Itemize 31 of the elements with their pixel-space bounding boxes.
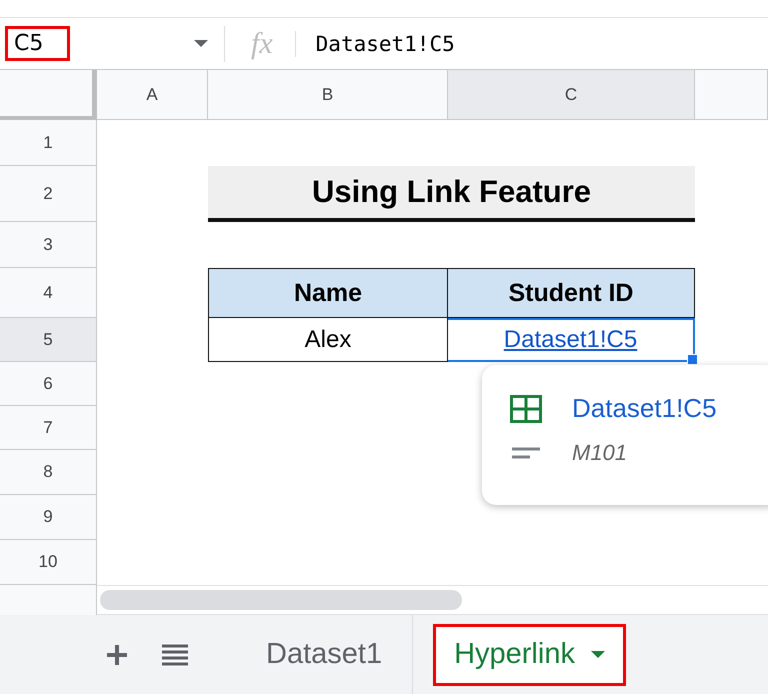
fx-label: fx — [251, 26, 273, 60]
table-title: Using Link Feature — [208, 166, 695, 222]
name-box[interactable]: C5 — [5, 26, 70, 61]
caret-icon[interactable] — [194, 40, 208, 48]
row-header[interactable]: 2 — [0, 166, 97, 222]
table-header: Name — [208, 268, 448, 318]
row-header[interactable]: 3 — [0, 222, 97, 268]
row-header[interactable]: 1 — [0, 120, 97, 166]
sheet-tab[interactable]: Dataset1 — [236, 615, 414, 694]
column-header[interactable]: A — [97, 70, 208, 119]
row-header[interactable]: 8 — [0, 450, 97, 495]
row-header[interactable]: 9 — [0, 495, 97, 540]
link-title[interactable]: Dataset1!C5 — [572, 393, 717, 424]
row-header[interactable]: 6 — [0, 362, 97, 406]
table-cell: Alex — [208, 318, 448, 362]
sheet-icon — [510, 394, 542, 422]
formula-field[interactable]: Dataset1!C5 — [316, 32, 455, 56]
table-header: Student ID — [448, 268, 695, 318]
scrollbar-thumb[interactable] — [100, 590, 462, 610]
text-lines-icon — [512, 447, 540, 459]
row-header[interactable]: 5 — [0, 318, 97, 362]
row-header[interactable]: 7 — [0, 406, 97, 450]
menu-icon[interactable] — [162, 644, 188, 666]
caret-icon[interactable] — [590, 650, 605, 658]
fill-handle[interactable] — [687, 354, 698, 365]
row-header[interactable]: 10 — [0, 540, 97, 585]
add-sheet-icon[interactable] — [106, 644, 128, 666]
cell-value: M101 — [572, 440, 628, 466]
row-header[interactable]: 4 — [0, 268, 97, 318]
sheet-tab[interactable]: Hyperlink — [433, 624, 626, 686]
column-header[interactable]: C — [448, 70, 695, 119]
